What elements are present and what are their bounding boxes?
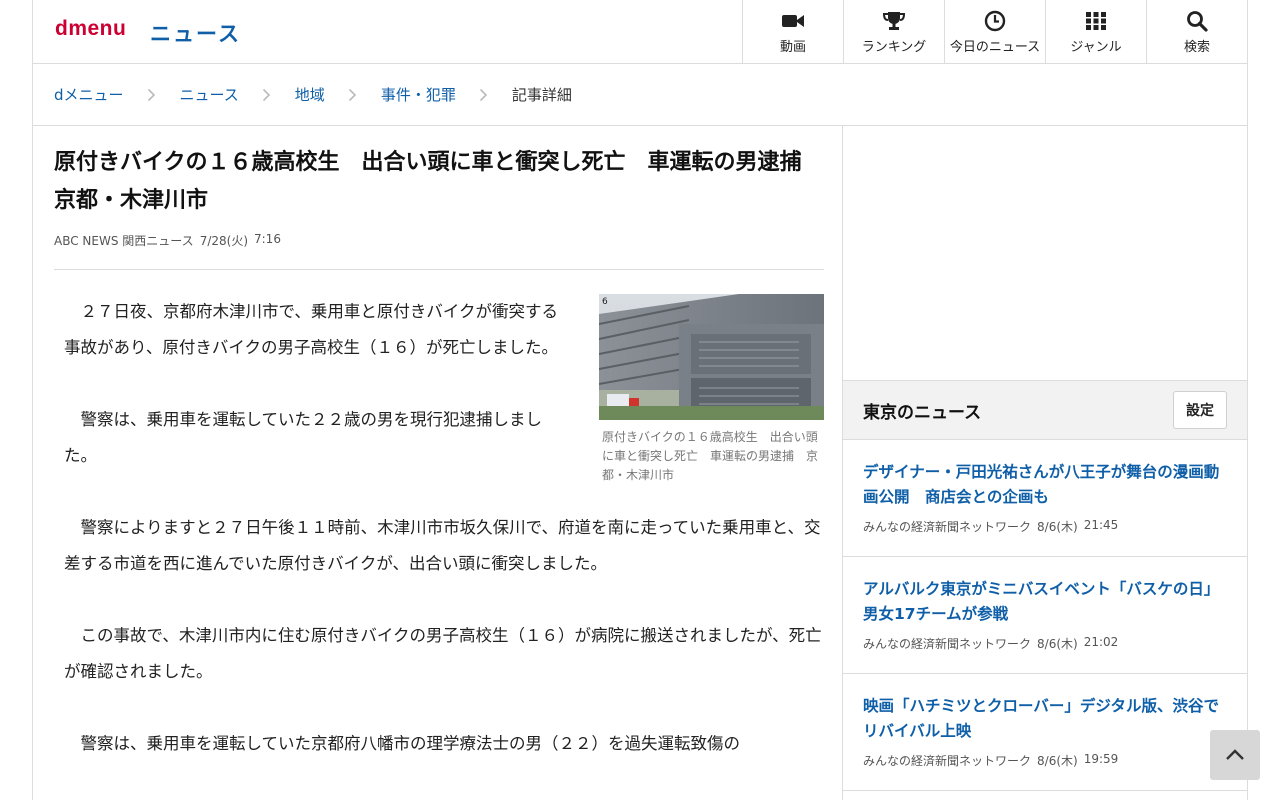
nav-label: ランキング <box>861 40 927 55</box>
article-figure: 6 原付きバイクの１６歳高校生 出合い頭に車と衝突し死亡 車運転の男逮捕 京都・… <box>599 294 824 485</box>
article-paragraph: ２７日夜、京都府木津川市で、乗用車と原付きバイクが衝突する事故があり、原付きバイ… <box>64 302 559 357</box>
chevron-right-icon <box>239 88 295 102</box>
chevron-right-icon <box>124 88 180 102</box>
news-source: みんなの経済新聞ネットワーク <box>863 754 1032 768</box>
section-title[interactable]: ニュース <box>150 18 241 48</box>
nav-label: 今日のニュース <box>949 40 1041 55</box>
sidebar-title: 東京のニュース <box>863 402 982 423</box>
article-meta: ABC NEWS 関西ニュース 7/28(火) 7:16 <box>54 232 824 249</box>
news-meta: みんなの経済新聞ネットワーク 8/6(木) 21:45 <box>863 518 1227 535</box>
sidebar-news-item[interactable]: デザイナー・戸田光祐さんが八王子が舞台の漫画動画公開 商店会との企画も みんなの… <box>843 440 1247 557</box>
back-to-top-button[interactable] <box>1210 730 1260 780</box>
chevron-right-icon <box>456 88 512 102</box>
article-paragraph: 警察によりますと２７日午後１１時前、木津川市市坂久保川で、府道を南に走っていた乗… <box>64 518 821 573</box>
page-frame: dmenu ニュース 動画 ランキング 今日のニュース ジャンル 検索 dメニュ… <box>32 0 1248 800</box>
sidebar: 東京のニュース 設定 デザイナー・戸田光祐さんが八王子が舞台の漫画動画公開 商店… <box>842 126 1247 800</box>
news-date: 8/6(木) <box>1037 754 1078 768</box>
news-meta: みんなの経済新聞ネットワーク 8/6(木) 21:02 <box>863 635 1227 652</box>
nav-item-search[interactable]: 検索 <box>1146 0 1247 64</box>
breadcrumb-item-region[interactable]: 地域 <box>295 84 325 105</box>
image-caption: 原付きバイクの１６歳高校生 出合い頭に車と衝突し死亡 車運転の男逮捕 京都・木津… <box>602 430 819 482</box>
nav-label: 検索 <box>1183 40 1210 55</box>
news-source: みんなの経済新聞ネットワーク <box>863 637 1032 651</box>
clock-icon <box>983 10 1007 32</box>
header-nav: 動画 ランキング 今日のニュース ジャンル 検索 <box>742 0 1247 64</box>
breadcrumb-item-dmenu[interactable]: dメニュー <box>54 84 124 105</box>
article-body: 6 原付きバイクの１６歳高校生 出合い頭に車と衝突し死亡 車運転の男逮捕 京都・… <box>54 294 824 762</box>
ad-space <box>843 126 1247 380</box>
article-photo[interactable]: 6 <box>599 294 824 420</box>
logo-text: dmenu <box>55 17 127 40</box>
site-header: dmenu ニュース 動画 ランキング 今日のニュース ジャンル 検索 <box>33 0 1247 64</box>
news-time: 21:45 <box>1083 518 1119 532</box>
news-date: 8/6(木) <box>1037 520 1078 534</box>
breadcrumb: dメニュー ニュース 地域 事件・犯罪 記事詳細 <box>33 64 1247 126</box>
dmenu-logo[interactable]: dmenu <box>55 17 126 41</box>
settings-button[interactable]: 設定 <box>1173 391 1227 429</box>
sidebar-news-item[interactable]: アルバルク東京がミニバスイベント「バスケの日」 男女17チームが参戦 みんなの経… <box>843 557 1247 674</box>
article-date: 7/28(火) <box>199 234 248 248</box>
news-date: 8/6(木) <box>1037 637 1078 651</box>
article-paragraph: 警察は、乗用車を運転していた京都府八幡市の理学療法士の男（２２）を過失運転致傷の <box>64 734 741 753</box>
grid-icon <box>1084 10 1108 32</box>
news-meta: みんなの経済新聞ネットワーク 8/6(木) 19:59 <box>863 752 1227 769</box>
sidebar-news-item[interactable]: 映画「ハチミツとクローバー」デジタル版、渋谷でリバイバル上映 みんなの経済新聞ネ… <box>843 674 1247 791</box>
nav-item-ranking[interactable]: ランキング <box>843 0 944 64</box>
news-title[interactable]: 映画「ハチミツとクローバー」デジタル版、渋谷でリバイバル上映 <box>863 694 1227 744</box>
news-title[interactable]: デザイナー・戸田光祐さんが八王子が舞台の漫画動画公開 商店会との企画も <box>863 460 1227 510</box>
news-time: 19:59 <box>1083 752 1119 766</box>
news-source: みんなの経済新聞ネットワーク <box>863 520 1032 534</box>
nav-item-video[interactable]: 動画 <box>742 0 843 64</box>
article-paragraph: この事故で、木津川市内に住む原付きバイクの男子高校生（１６）が病院に搬送されまし… <box>64 626 822 681</box>
breadcrumb-item-news[interactable]: ニュース <box>180 84 239 105</box>
news-title[interactable]: アルバルク東京がミニバスイベント「バスケの日」 男女17チームが参戦 <box>863 577 1227 627</box>
news-time: 21:02 <box>1083 635 1119 649</box>
article-main: 原付きバイクの１６歳高校生 出合い頭に車と衝突し死亡 車運転の男逮捕 京都・木津… <box>54 126 824 800</box>
article-paragraph: 警察は、乗用車を運転していた２２歳の男を現行犯逮捕しました。 <box>64 410 543 465</box>
video-icon <box>781 10 805 32</box>
nav-label: 動画 <box>779 40 806 55</box>
divider <box>54 269 824 270</box>
article-source[interactable]: ABC NEWS 関西ニュース <box>54 232 194 249</box>
nav-label: ジャンル <box>1070 40 1122 55</box>
chevron-up-icon <box>1225 746 1245 765</box>
breadcrumb-item-crime[interactable]: 事件・犯罪 <box>381 84 456 105</box>
breadcrumb-item-current: 記事詳細 <box>511 86 572 104</box>
sidebar-header: 東京のニュース 設定 <box>843 380 1247 440</box>
search-icon <box>1185 10 1209 32</box>
article-title: 原付きバイクの１６歳高校生 出合い頭に車と衝突し死亡 車運転の男逮捕 京都・木津… <box>54 150 824 213</box>
svg-text:6: 6 <box>602 297 608 307</box>
nav-item-today-news[interactable]: 今日のニュース <box>944 0 1045 64</box>
chevron-right-icon <box>325 88 381 102</box>
trophy-icon <box>882 10 906 32</box>
nav-item-genre[interactable]: ジャンル <box>1045 0 1146 64</box>
article-time: 7:16 <box>254 232 281 246</box>
